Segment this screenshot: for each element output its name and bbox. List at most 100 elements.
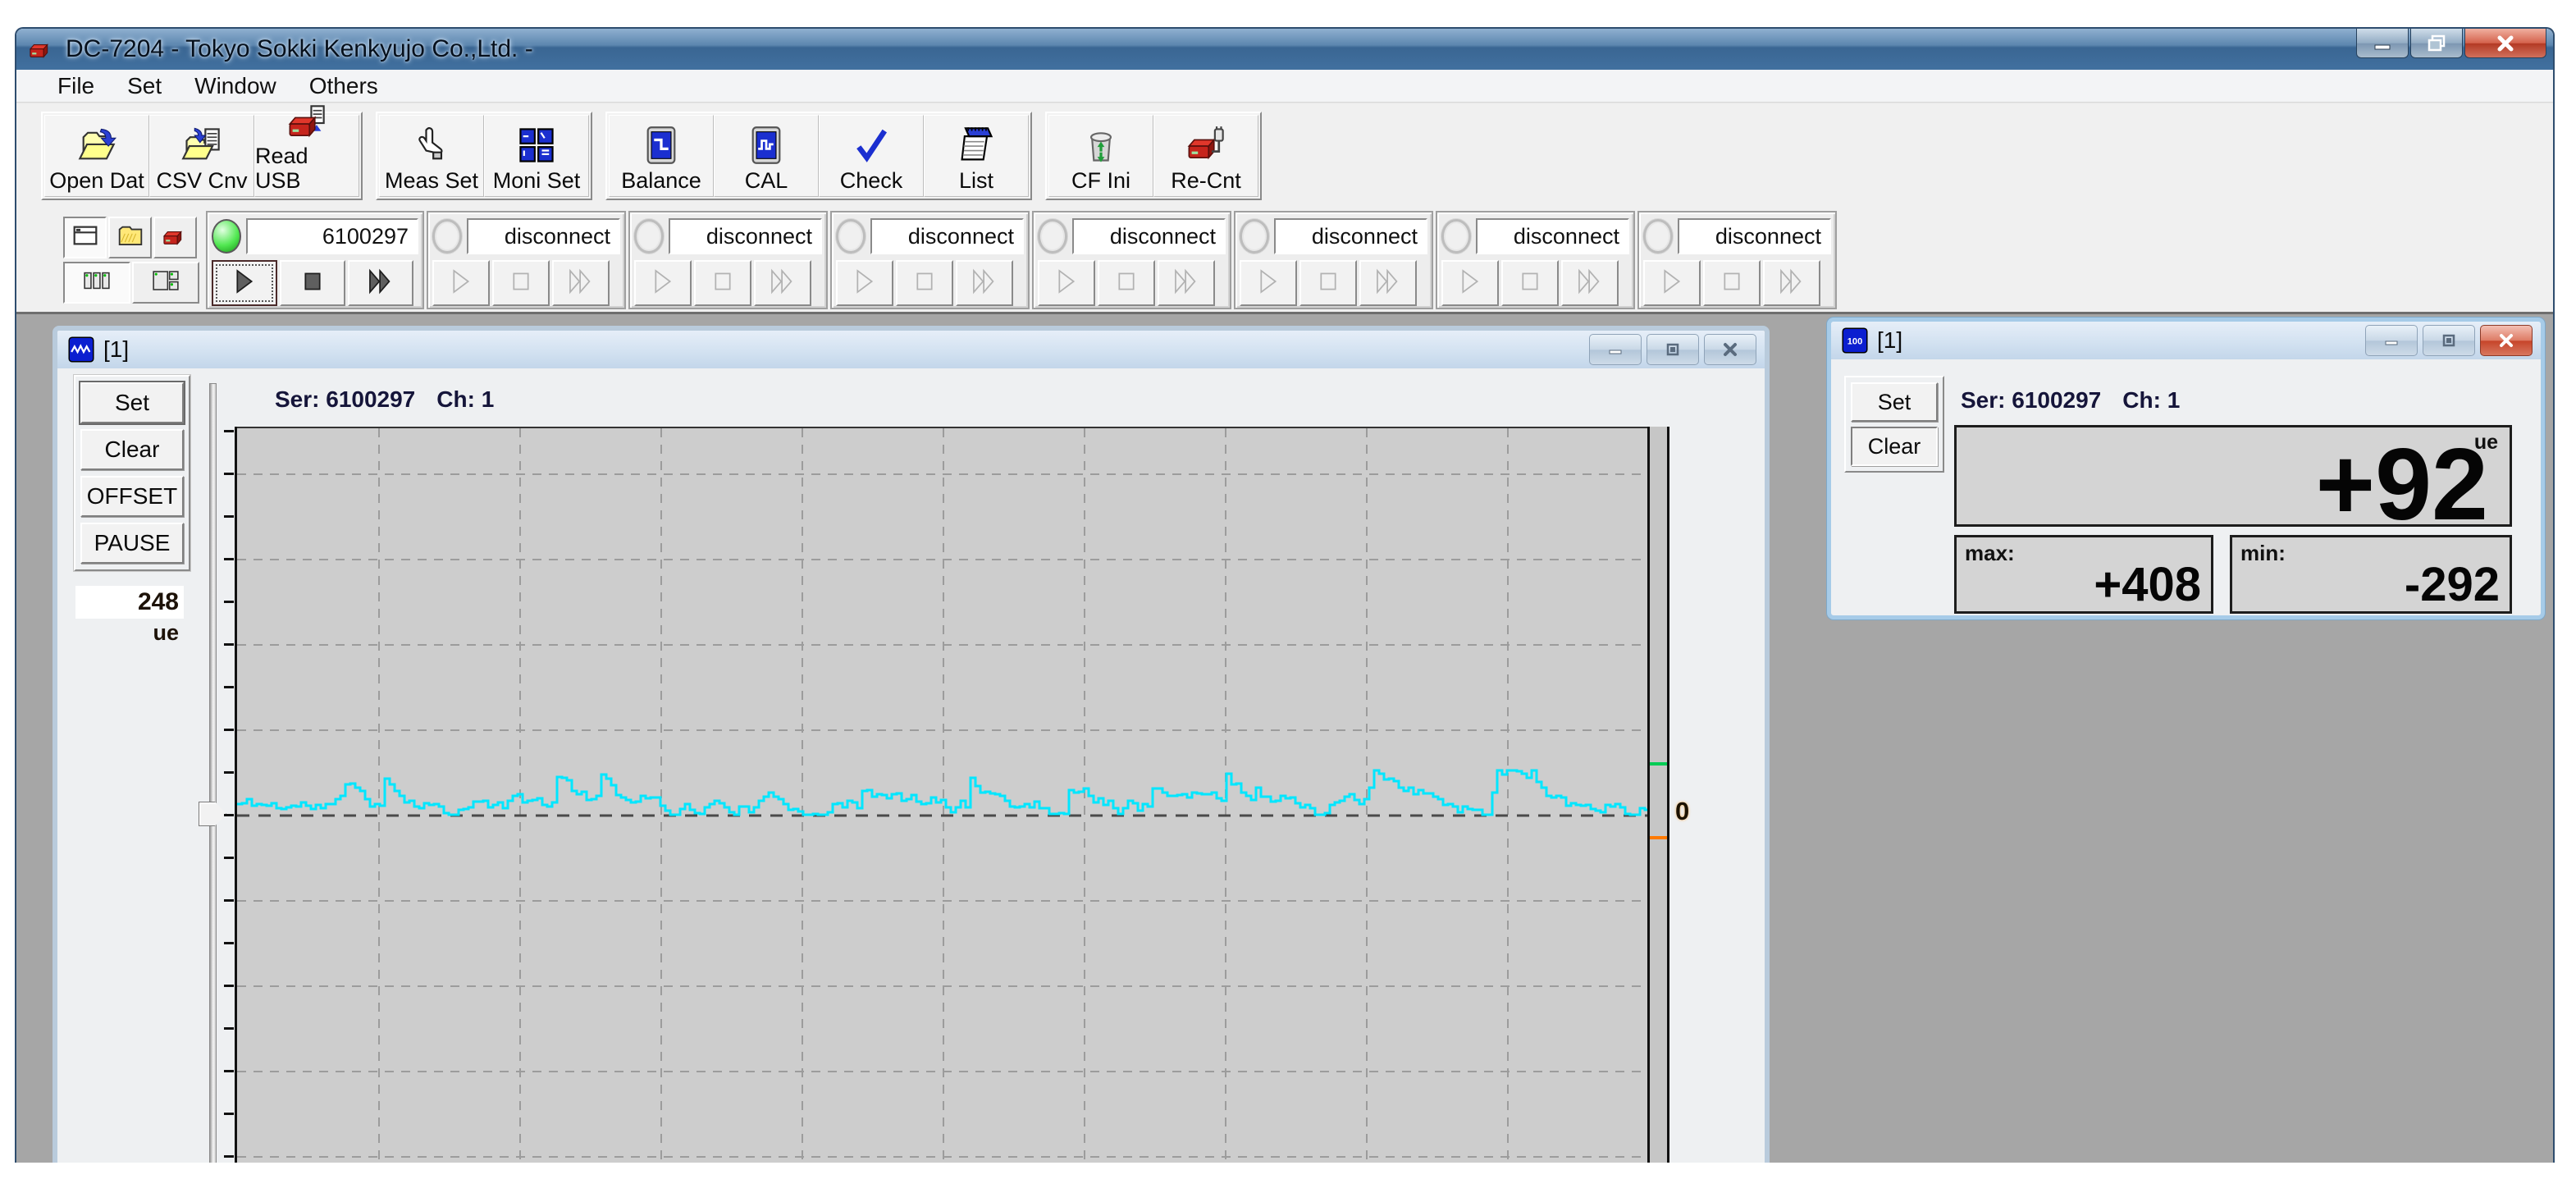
play-button[interactable] [634,260,692,306]
play-icon [1454,265,1487,302]
play-button[interactable] [432,260,490,306]
toolbar-button-moni-set[interactable]: Moni Set [484,115,589,197]
title-bar[interactable]: DC-7204 - Tokyo Sokki Kenkyujo Co.,Ltd. … [16,29,2553,70]
chart-window-title-bar[interactable]: [1] [57,331,1765,368]
fast-forward-button[interactable] [1158,260,1215,306]
chart-close-button[interactable] [1704,334,1756,365]
zero-position-slider[interactable] [209,383,217,1163]
minimize-button[interactable] [2356,29,2409,58]
toolbar-button-label: Check [839,168,903,193]
play-icon [228,265,261,302]
chart-restore-button[interactable] [1647,334,1699,365]
toolbar-button-csv-cnv[interactable]: CSV Cnv [149,115,254,197]
ff-icon [1372,265,1404,302]
stop-button[interactable] [492,260,550,306]
toolbar-button-check[interactable]: Check [819,115,924,197]
toolbar-button-cal[interactable]: CAL [714,115,819,197]
chart-set-button[interactable]: Set [79,381,185,425]
fast-forward-button[interactable] [1763,260,1820,306]
digital-restore-button[interactable] [2423,325,2475,356]
channel-layout-button[interactable] [132,262,199,304]
play-button[interactable] [212,260,277,306]
digital-close-button[interactable] [2480,325,2533,356]
channel-list-icon [82,266,112,299]
toolbar-button-read-usb[interactable]: Read USB [254,105,359,197]
fast-forward-button[interactable] [348,260,413,306]
min-value: -292 [2404,558,2500,611]
toolbar-button-cf-ini[interactable]: CF Ini [1048,115,1153,197]
menu-item-window[interactable]: Window [178,71,293,102]
stop-button[interactable] [1299,260,1357,306]
min-label: min: [2240,541,2286,565]
play-icon [445,265,477,302]
ff-icon [1170,265,1203,302]
digital-window-icon: 100 [1841,327,1869,354]
play-button[interactable] [836,260,893,306]
ff-icon [364,265,397,302]
menu-item-others[interactable]: Others [293,71,395,102]
window-view-button[interactable] [63,217,107,258]
channel-panel-1: 6100297 [206,211,424,309]
fast-forward-button[interactable] [1561,260,1619,306]
restore-button[interactable] [2410,29,2463,58]
max-value: +408 [2094,558,2201,611]
play-button[interactable] [1240,260,1297,306]
chart-offset-button[interactable]: OFFSET [80,476,184,517]
channel-label: disconnect [669,218,822,254]
digital-set-button[interactable]: Set [1851,382,1938,422]
device-view-button[interactable] [153,217,197,258]
digital-window-title-bar[interactable]: 100 [1] [1831,322,2541,359]
chart-minimize-button[interactable] [1589,334,1642,365]
digital-minimize-button[interactable] [2365,325,2418,356]
window-title: DC-7204 - Tokyo Sokki Kenkyujo Co.,Ltd. … [66,35,533,62]
toolbar: Open Dat CSV Cnv Read USB Meas Set Moni Set B… [16,103,2553,208]
zero-position-slider-thumb[interactable] [199,802,226,826]
stop-button[interactable] [694,260,751,306]
chart-window-controls [1589,334,1756,365]
fast-forward-button[interactable] [956,260,1013,306]
chart-window: [1] Set Clear OFFSET PAUSE 248 ue Ser: 6… [53,326,1770,1163]
play-button[interactable] [1441,260,1499,306]
stop-button[interactable] [1098,260,1155,306]
ff-icon [1775,265,1808,302]
chart-clear-button[interactable]: Clear [80,429,184,470]
play-button[interactable] [1038,260,1095,306]
y-axis-tick [224,942,234,944]
stop-button[interactable] [1501,260,1559,306]
toolbar-button-label: Read USB [255,144,308,193]
stop-button[interactable] [896,260,953,306]
waveform-svg [237,428,1647,1163]
digital-button-group: Set Clear [1844,376,1944,473]
toolbar-button-label: Balance [621,168,701,193]
svg-text:100: 100 [1848,336,1862,346]
channel-list-button[interactable] [63,262,130,304]
menu-item-file[interactable]: File [41,71,111,102]
close-button[interactable] [2464,29,2546,58]
close-icon [1724,343,1737,356]
digital-clear-button[interactable]: Clear [1851,427,1938,466]
stop-button[interactable] [280,260,345,306]
max-label: max: [1965,541,2015,565]
toolbar-button-re-cnt[interactable]: Re-Cnt [1153,115,1258,197]
folder-view-icon [116,222,144,254]
stop-button[interactable] [1703,260,1761,306]
restore-icon [2428,34,2446,51]
fast-forward-button[interactable] [1359,260,1417,306]
window-controls [2356,29,2546,58]
toolbar-button-meas-set[interactable]: Meas Set [379,115,484,197]
toolbar-button-open-dat[interactable]: Open Dat [44,115,149,197]
y-axis-tick [224,985,234,987]
fast-forward-button[interactable] [754,260,811,306]
play-button[interactable] [1643,260,1701,306]
main-window: DC-7204 - Tokyo Sokki Kenkyujo Co.,Ltd. … [15,27,2555,1163]
chart-pause-button[interactable]: PAUSE [80,523,184,564]
toolbar-button-list[interactable]: List [924,115,1029,197]
fast-forward-button[interactable] [552,260,610,306]
toolbar-button-label: CSV Cnv [156,168,248,193]
stop-icon [505,265,537,302]
channel-panel-2: disconnect [427,211,626,309]
toolbar-button-balance[interactable]: Balance [609,115,714,197]
minimize-icon [2374,44,2391,49]
folder-view-button[interactable] [108,217,152,258]
menu-item-set[interactable]: Set [111,71,178,102]
